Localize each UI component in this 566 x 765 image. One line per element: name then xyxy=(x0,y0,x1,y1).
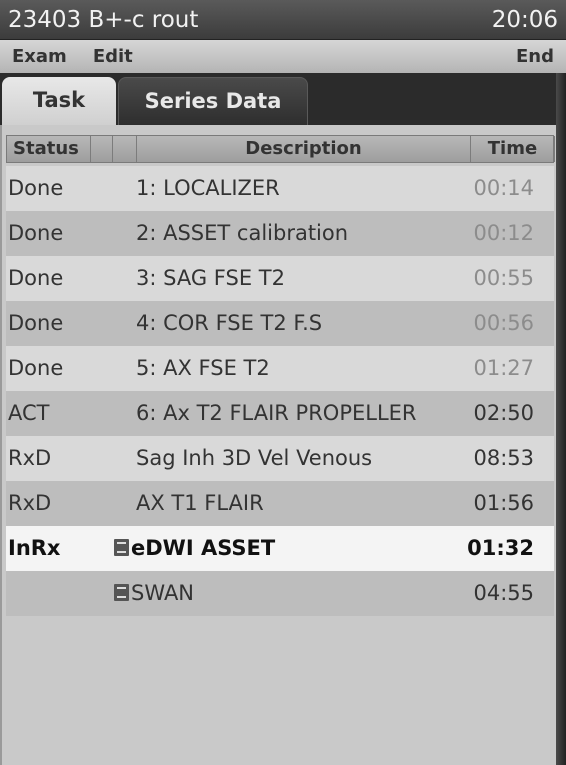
row-status: Done xyxy=(8,221,64,245)
document-icon xyxy=(114,584,129,601)
table-row-selected[interactable]: InRx eDWI ASSET 01:32 xyxy=(6,526,554,571)
row-time: 00:12 xyxy=(473,221,534,245)
row-description: 3: SAG FSE T2 xyxy=(136,266,285,290)
row-status: RxD xyxy=(8,491,52,515)
row-status: Done xyxy=(8,266,64,290)
row-time: 08:53 xyxy=(473,446,534,470)
clock: 20:06 xyxy=(491,7,558,33)
row-time: 00:56 xyxy=(473,311,534,335)
row-status: ACT xyxy=(8,401,50,425)
row-time: 01:32 xyxy=(467,536,534,560)
row-status: Done xyxy=(8,176,64,200)
row-description: 1: LOCALIZER xyxy=(136,176,280,200)
row-description: 4: COR FSE T2 F.S xyxy=(136,311,323,335)
row-description: 6: Ax T2 FLAIR PROPELLER xyxy=(136,401,417,425)
tab-series-data[interactable]: Series Data xyxy=(118,77,308,125)
table-row[interactable]: Done 2: ASSET calibration 00:12 xyxy=(6,211,554,256)
document-icon xyxy=(114,539,129,556)
row-status: Done xyxy=(8,356,64,380)
row-status: RxD xyxy=(8,446,52,470)
row-time: 00:14 xyxy=(473,176,534,200)
header-status[interactable]: Status xyxy=(7,136,91,162)
row-description: Sag Inh 3D Vel Venous xyxy=(136,446,373,470)
row-description-cell: SWAN xyxy=(114,571,194,616)
row-description-cell: eDWI ASSET xyxy=(114,526,275,571)
table-row[interactable]: ACT 6: Ax T2 FLAIR PROPELLER 02:50 xyxy=(6,391,554,436)
task-panel: Status Description Time Done 1: LOCALIZE… xyxy=(0,125,556,765)
row-time: 04:55 xyxy=(473,581,534,605)
menu-exam[interactable]: Exam xyxy=(12,40,67,73)
row-status: InRx xyxy=(8,536,61,560)
menu-bar: Exam Edit End xyxy=(0,40,566,73)
row-description: SWAN xyxy=(131,581,195,605)
table-header: Status Description Time xyxy=(6,135,555,163)
row-status: Done xyxy=(8,311,64,335)
row-time: 01:27 xyxy=(473,356,534,380)
row-description: eDWI ASSET xyxy=(131,536,276,560)
row-description: 2: ASSET calibration xyxy=(136,221,349,245)
row-description: 5: AX FSE T2 xyxy=(136,356,270,380)
table-row[interactable]: RxD Sag Inh 3D Vel Venous 08:53 xyxy=(6,436,554,481)
row-time: 00:55 xyxy=(473,266,534,290)
row-time: 02:50 xyxy=(473,401,534,425)
header-column-spacer xyxy=(113,136,137,162)
table-row[interactable]: RxD AX T1 FLAIR 01:56 xyxy=(6,481,554,526)
empty-list-area xyxy=(6,616,554,765)
menu-spacer xyxy=(159,40,516,73)
menu-end[interactable]: End xyxy=(516,40,554,73)
header-time[interactable]: Time xyxy=(471,136,555,162)
exam-title: 23403 B+-c rout xyxy=(8,7,199,33)
title-bar: 23403 B+-c rout 20:06 xyxy=(0,0,566,40)
tab-strip: Task Series Data xyxy=(0,73,566,125)
scroll-edge xyxy=(556,73,566,765)
menu-edit[interactable]: Edit xyxy=(93,40,133,73)
table-row[interactable]: Done 4: COR FSE T2 F.S 00:56 xyxy=(6,301,554,346)
table-row[interactable]: Done 5: AX FSE T2 01:27 xyxy=(6,346,554,391)
row-time: 01:56 xyxy=(473,491,534,515)
task-list: Done 1: LOCALIZER 00:14 Done 2: ASSET ca… xyxy=(6,166,554,616)
table-row[interactable]: Done 1: LOCALIZER 00:14 xyxy=(6,166,554,211)
row-description: AX T1 FLAIR xyxy=(136,491,264,515)
table-row[interactable]: Done 3: SAG FSE T2 00:55 xyxy=(6,256,554,301)
header-description[interactable]: Description xyxy=(137,136,471,162)
tab-task[interactable]: Task xyxy=(2,77,116,125)
header-column-spacer xyxy=(93,136,113,162)
table-row[interactable]: SWAN 04:55 xyxy=(6,571,554,616)
